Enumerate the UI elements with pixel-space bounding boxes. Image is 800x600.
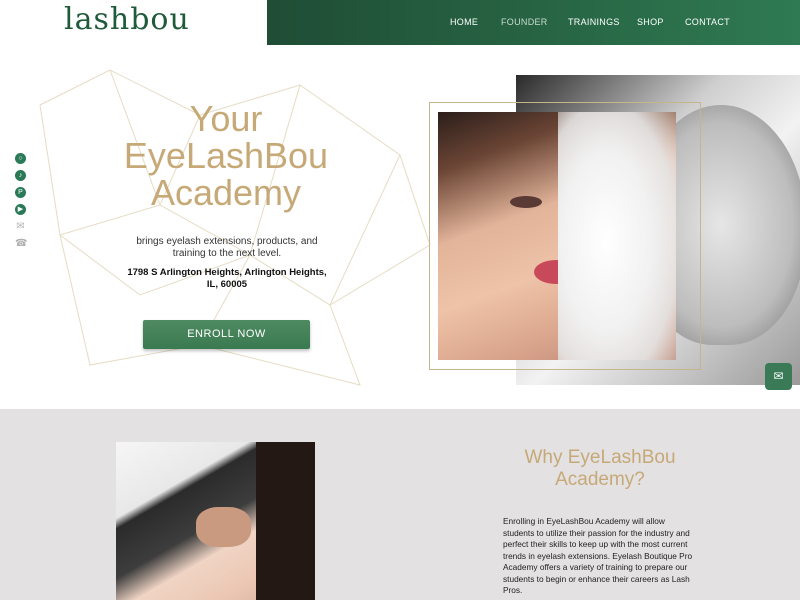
why-title: Why EyeLashBou Academy? bbox=[524, 447, 676, 490]
hero-address: 1798 S Arlington Heights, Arlington Heig… bbox=[127, 267, 327, 290]
top-nav: HOME FOUNDER TRAININGS SHOP CONTACT bbox=[267, 0, 800, 45]
why-photo bbox=[116, 442, 315, 600]
logo[interactable]: lashbou bbox=[64, 2, 190, 37]
pinterest-icon[interactable]: P bbox=[15, 187, 26, 198]
hero-title-line-1: Your bbox=[189, 98, 263, 139]
why-body: Enrolling in EyeLashBou Academy will all… bbox=[503, 516, 693, 595]
page: lashbou HOME FOUNDER TRAININGS SHOP CONT… bbox=[0, 0, 800, 600]
nav-item-founder[interactable]: FOUNDER bbox=[501, 17, 548, 27]
mail-icon[interactable]: ✉ bbox=[15, 221, 26, 232]
youtube-icon[interactable]: ▶ bbox=[15, 204, 26, 215]
nav-item-shop[interactable]: SHOP bbox=[637, 17, 664, 27]
chat-button[interactable]: ✉ bbox=[765, 363, 792, 390]
hero-photo-color bbox=[438, 112, 676, 360]
enroll-now-button[interactable]: ENROLL NOW bbox=[143, 320, 310, 349]
nav-item-home[interactable]: HOME bbox=[450, 17, 478, 27]
nav-item-trainings[interactable]: TRAININGS bbox=[568, 17, 620, 27]
nav-item-contact[interactable]: CONTACT bbox=[685, 17, 730, 27]
hero-title-line-3: Academy bbox=[150, 172, 302, 213]
instagram-icon[interactable]: ○ bbox=[15, 153, 26, 164]
hero-title: Your EyeLashBou Academy bbox=[100, 100, 352, 211]
hero-subtitle: brings eyelash extensions, products, and… bbox=[136, 236, 318, 259]
hero-section: Your EyeLashBou Academy brings eyelash e… bbox=[0, 45, 800, 409]
tiktok-icon[interactable]: ♪ bbox=[15, 170, 26, 181]
hero-title-line-2: EyeLashBou bbox=[123, 135, 329, 176]
phone-icon[interactable]: ☎ bbox=[15, 238, 27, 249]
why-section: Why EyeLashBou Academy? Enrolling in Eye… bbox=[0, 409, 800, 600]
chat-icon: ✉ bbox=[773, 369, 784, 383]
